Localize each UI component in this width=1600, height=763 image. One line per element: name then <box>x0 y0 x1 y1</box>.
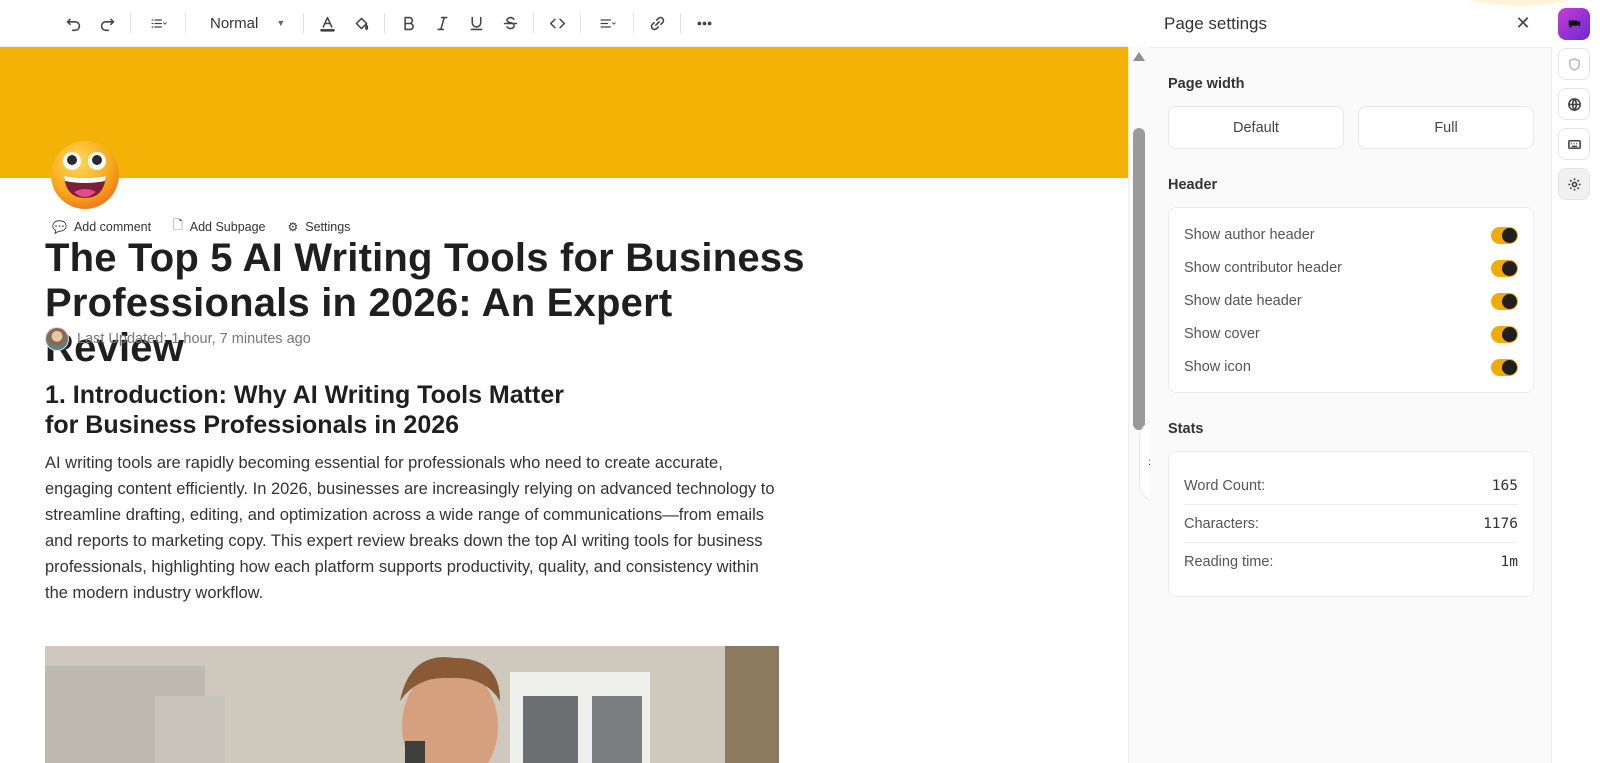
scrollbar-thumb[interactable] <box>1133 128 1145 430</box>
section-heading[interactable]: 1. Introduction: Why AI Writing Tools Ma… <box>45 380 565 440</box>
stat-word-count: Word Count: 165 <box>1184 467 1518 505</box>
toggle-label: Show cover <box>1184 326 1260 342</box>
show-contributor-toggle[interactable] <box>1491 259 1518 277</box>
add-comment-button[interactable]: 💬 Add comment <box>52 216 151 237</box>
toggle-row-icon: Show icon <box>1184 357 1518 377</box>
cover-image[interactable] <box>0 47 1128 178</box>
toolbar-divider <box>384 13 386 33</box>
stat-label: Reading time: <box>1184 554 1274 570</box>
page-width-label: Page width <box>1168 76 1245 92</box>
link-icon[interactable] <box>640 8 674 38</box>
doc-actions: 💬 Add comment 🗋 Add Subpage ⚙ Settings <box>52 216 350 237</box>
editor-toolbar: Normal ▼ <box>0 0 1128 47</box>
stat-value: 1176 <box>1483 515 1518 532</box>
toolbar-divider <box>303 13 305 33</box>
underline-icon[interactable] <box>459 8 493 38</box>
toolbar-divider <box>680 13 682 33</box>
header-section-label: Header <box>1168 177 1218 193</box>
app-icon[interactable] <box>1558 8 1590 40</box>
text-style-value: Normal <box>210 14 259 32</box>
gear-icon[interactable] <box>1558 168 1590 200</box>
keyboard-icon[interactable] <box>1558 128 1590 160</box>
page-meta: Last Updated: 1 hour, 7 minutes ago <box>45 327 311 351</box>
close-icon[interactable]: ✕ <box>1514 14 1532 32</box>
chevron-down-icon: ▼ <box>276 18 286 28</box>
more-icon[interactable] <box>687 8 721 38</box>
settings-label: Settings <box>305 219 351 234</box>
toggle-label: Show contributor header <box>1184 260 1342 276</box>
toggle-label: Show date header <box>1184 293 1302 309</box>
toggle-row-contributor: Show contributor header <box>1184 258 1518 278</box>
toolbar-divider <box>185 13 186 33</box>
stat-label: Characters: <box>1184 515 1259 532</box>
shield-icon[interactable] <box>1558 48 1590 80</box>
panel-title: Page settings <box>1164 14 1268 33</box>
add-subpage-button[interactable]: 🗋 Add Subpage <box>173 216 265 237</box>
undo-icon[interactable] <box>56 8 90 38</box>
settings-button[interactable]: ⚙ Settings <box>288 216 351 237</box>
show-cover-toggle[interactable] <box>1491 325 1518 343</box>
align-icon[interactable] <box>587 8 627 38</box>
toggle-row-date: Show date header <box>1184 291 1518 311</box>
text-style-select[interactable]: Normal ▼ <box>192 15 297 32</box>
width-full-button[interactable]: Full <box>1358 106 1534 149</box>
stat-reading-time: Reading time: 1m <box>1184 543 1518 581</box>
avatar[interactable] <box>45 327 69 351</box>
bold-icon[interactable] <box>391 8 425 38</box>
app: Normal ▼ 💬 Add comment 🗋 Add Subpage ⚙ S… <box>0 0 1600 763</box>
add-subpage-label: Add Subpage <box>189 219 266 234</box>
toggle-label: Show author header <box>1184 227 1315 243</box>
show-author-toggle[interactable] <box>1491 226 1518 244</box>
italic-icon[interactable] <box>425 8 459 38</box>
globe-icon[interactable] <box>1558 88 1590 120</box>
show-icon-toggle[interactable] <box>1491 358 1518 376</box>
code-icon[interactable] <box>540 8 574 38</box>
content-image[interactable] <box>45 646 779 763</box>
redo-icon[interactable] <box>90 8 124 38</box>
body-paragraph[interactable]: AI writing tools are rapidly becoming es… <box>45 450 785 606</box>
toolbar-divider <box>633 13 635 33</box>
stat-label: Word Count: <box>1184 477 1266 494</box>
add-comment-label: Add comment <box>73 219 152 234</box>
scroll-up-icon[interactable] <box>1133 52 1145 61</box>
strikethrough-icon[interactable] <box>493 8 527 38</box>
subpage-icon: 🗋 <box>173 218 183 232</box>
comment-icon: 💬 <box>52 219 67 234</box>
toolbar-divider <box>533 13 535 33</box>
stat-value: 165 <box>1491 477 1518 494</box>
toggle-row-author: Show author header <box>1184 225 1518 245</box>
toolbar-divider <box>130 13 131 33</box>
toggle-label: Show icon <box>1184 359 1251 375</box>
text-color-icon[interactable] <box>310 8 344 38</box>
last-updated: Last Updated: 1 hour, 7 minutes ago <box>77 331 311 347</box>
toolbar-divider <box>580 13 582 33</box>
highlight-icon[interactable] <box>344 8 378 38</box>
width-default-button[interactable]: Default <box>1168 106 1344 149</box>
stats-section-label: Stats <box>1168 421 1204 437</box>
show-date-toggle[interactable] <box>1491 292 1518 310</box>
gear-icon: ⚙ <box>287 219 299 234</box>
stat-value: 1m <box>1500 554 1518 570</box>
toggle-row-cover: Show cover <box>1184 324 1518 344</box>
page-icon[interactable] <box>50 140 120 210</box>
list-icon[interactable] <box>137 8 179 38</box>
stat-characters: Characters: 1176 <box>1184 505 1518 543</box>
